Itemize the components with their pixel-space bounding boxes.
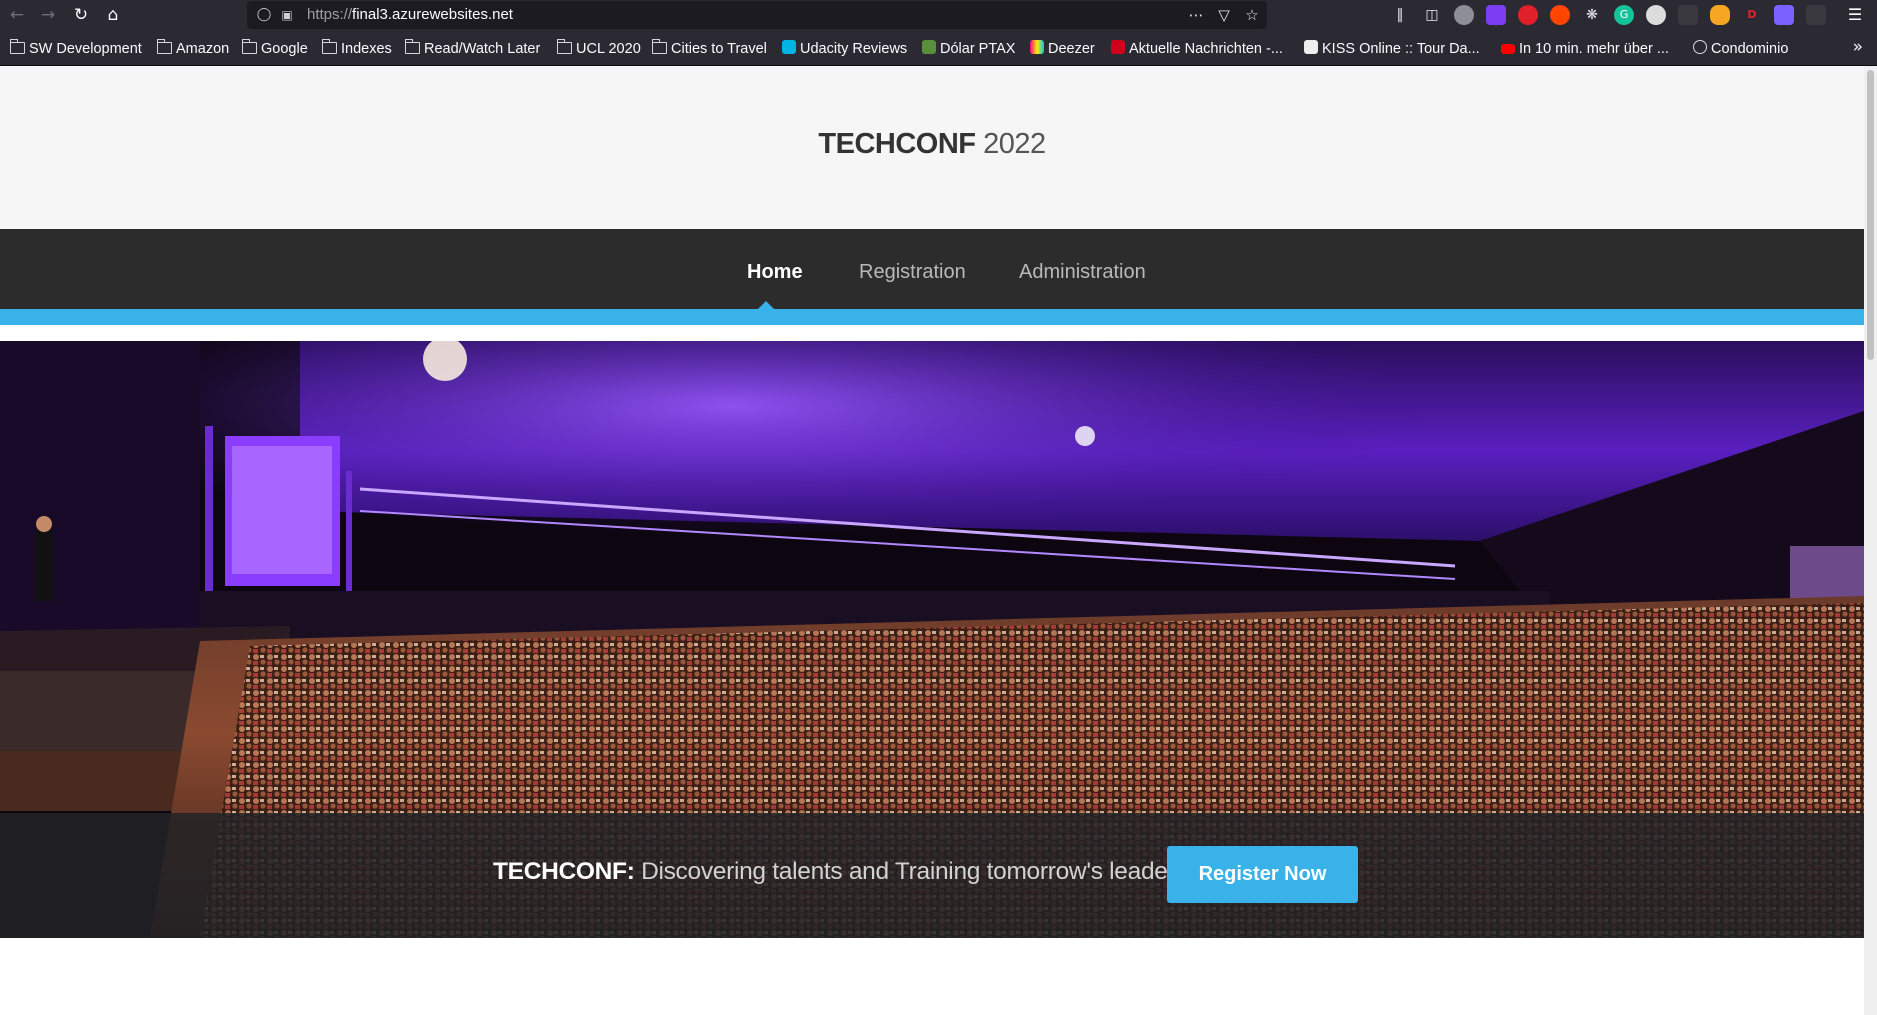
- bookmark-label: UCL 2020: [576, 41, 641, 57]
- scrollbar-thumb[interactable]: [1867, 70, 1874, 360]
- extension-9-icon[interactable]: [1806, 5, 1826, 25]
- globe-icon: [1693, 40, 1707, 54]
- site-title[interactable]: TECHCONF 2022: [0, 128, 1864, 161]
- nav-accent-bar: [0, 309, 1864, 325]
- udacity-icon: [782, 40, 796, 54]
- folder-icon: [241, 39, 257, 54]
- bookmark-label: KISS Online :: Tour Da...: [1322, 41, 1480, 57]
- page-actions-icon[interactable]: ⋯: [1184, 4, 1208, 26]
- folder-icon: [321, 39, 337, 54]
- bookmark-amazon[interactable]: Amazon: [156, 39, 230, 59]
- extension-7-icon[interactable]: D: [1742, 5, 1762, 25]
- bookmark-label: Indexes: [341, 41, 392, 57]
- bookmark-label: Aktuelle Nachrichten -...: [1129, 41, 1283, 57]
- reload-icon[interactable]: ↻: [68, 3, 94, 27]
- bookmark-dolar-ptax[interactable]: Dólar PTAX: [922, 39, 1015, 59]
- library-icon[interactable]: ‖: [1390, 5, 1410, 25]
- extension-1-icon[interactable]: [1454, 5, 1474, 25]
- bookmark-label: Cities to Travel: [671, 41, 767, 57]
- tracking-protection-icon[interactable]: ◯: [255, 5, 273, 25]
- bookmark-in-10-min[interactable]: In 10 min. mehr über ...: [1501, 39, 1669, 59]
- grammarly-icon[interactable]: G: [1614, 5, 1634, 25]
- extension-3-icon[interactable]: [1518, 5, 1538, 25]
- site-title-year: 2022: [975, 128, 1046, 160]
- bookmark-star-icon[interactable]: ☆: [1240, 4, 1264, 26]
- bookmark-label: Deezer: [1048, 41, 1095, 57]
- bookmark-condominio[interactable]: Condominio: [1693, 39, 1788, 59]
- url-scheme: https://: [307, 6, 353, 23]
- nav-registration[interactable]: Registration: [859, 261, 966, 284]
- bookmark-indexes[interactable]: Indexes: [321, 39, 392, 59]
- bookmark-label: Read/Watch Later: [424, 41, 541, 57]
- url-text[interactable]: https://final3.azurewebsites.net: [307, 6, 513, 23]
- site-title-brand: TECHCONF: [818, 128, 976, 160]
- hero-brand: TECHCONF:: [493, 858, 635, 885]
- bookmark-ucl-2020[interactable]: UCL 2020: [556, 39, 641, 59]
- bookmark-deezer[interactable]: Deezer: [1030, 39, 1095, 59]
- bookmark-aktuelle-nachrichten[interactable]: Aktuelle Nachrichten -...: [1111, 39, 1283, 59]
- bookmark-label: Amazon: [176, 41, 230, 57]
- bookmark-cities-to-travel[interactable]: Cities to Travel: [651, 39, 767, 59]
- bookmark-label: Dólar PTAX: [940, 41, 1016, 57]
- main-navigation: Home Registration Administration: [0, 229, 1864, 325]
- lock-icon[interactable]: ▣: [279, 5, 295, 25]
- chart-favicon: [922, 40, 936, 54]
- bookmark-label: Condominio: [1711, 41, 1789, 57]
- bookmark-udacity-reviews[interactable]: Udacity Reviews: [782, 39, 907, 59]
- bookmark-read-watch-later[interactable]: Read/Watch Later: [404, 39, 541, 59]
- bookmark-sw-development[interactable]: SW Development: [9, 39, 142, 59]
- bookmark-kiss-online[interactable]: KISS Online :: Tour Da...: [1304, 39, 1480, 59]
- extension-2-icon[interactable]: [1486, 5, 1506, 25]
- deezer-icon: [1030, 40, 1044, 54]
- folder-icon: [9, 39, 25, 54]
- hero-tagline: TECHCONF: Discovering talents and Traini…: [493, 858, 1188, 886]
- forward-icon[interactable]: →: [35, 3, 61, 27]
- browser-toolbar: ← → ↻ ⌂ ◯ ▣ https://final3.azurewebsites…: [0, 0, 1877, 30]
- bookmark-label: In 10 min. mehr über ...: [1519, 41, 1669, 57]
- folder-icon: [156, 39, 172, 54]
- folder-icon: [651, 39, 667, 54]
- address-bar[interactable]: ◯ ▣ https://final3.azurewebsites.net ⋯ ▽…: [247, 1, 1267, 29]
- menu-icon[interactable]: ☰: [1845, 5, 1865, 25]
- hero-banner: TECHCONF: Discovering talents and Traini…: [0, 813, 1864, 938]
- nav-administration[interactable]: Administration: [1019, 261, 1146, 284]
- bookmark-google[interactable]: Google: [241, 39, 308, 59]
- url-host: final3.azurewebsites.net: [352, 6, 513, 23]
- folder-icon: [404, 39, 420, 54]
- extension-8-icon[interactable]: [1774, 5, 1794, 25]
- bookmark-label: SW Development: [29, 41, 142, 57]
- bookmark-label: Google: [261, 41, 308, 57]
- register-now-button[interactable]: Register Now: [1167, 846, 1358, 903]
- folder-icon: [556, 39, 572, 54]
- home-icon[interactable]: ⌂: [100, 3, 126, 27]
- site-header: TECHCONF 2022: [0, 66, 1864, 229]
- web-page: TECHCONF 2022 Home Registration Administ…: [0, 66, 1864, 1015]
- hero-tagline-text: Discovering talents and Training tomorro…: [634, 858, 1188, 885]
- bookmarks-toolbar: SW Development Amazon Google Indexes Rea…: [0, 30, 1877, 66]
- kiss-favicon: [1304, 40, 1318, 54]
- bookmark-label: Udacity Reviews: [800, 41, 908, 57]
- more-bookmarks-icon[interactable]: »: [1853, 37, 1863, 57]
- extension-5-icon[interactable]: [1678, 5, 1698, 25]
- extension-6-icon[interactable]: [1710, 5, 1730, 25]
- page-scrollbar[interactable]: [1864, 66, 1877, 1015]
- hero-section: TECHCONF: Discovering talents and Traini…: [0, 341, 1864, 938]
- youtube-icon: [1501, 44, 1515, 54]
- extension-4-icon[interactable]: [1646, 5, 1666, 25]
- back-icon[interactable]: ←: [4, 3, 30, 27]
- react-devtools-icon[interactable]: ❋: [1582, 5, 1602, 25]
- news-favicon: [1111, 40, 1125, 54]
- nav-home[interactable]: Home: [747, 261, 803, 284]
- pocket-icon[interactable]: ▽: [1212, 4, 1236, 26]
- sidebar-icon[interactable]: ◫: [1422, 5, 1442, 25]
- reddit-icon[interactable]: [1550, 5, 1570, 25]
